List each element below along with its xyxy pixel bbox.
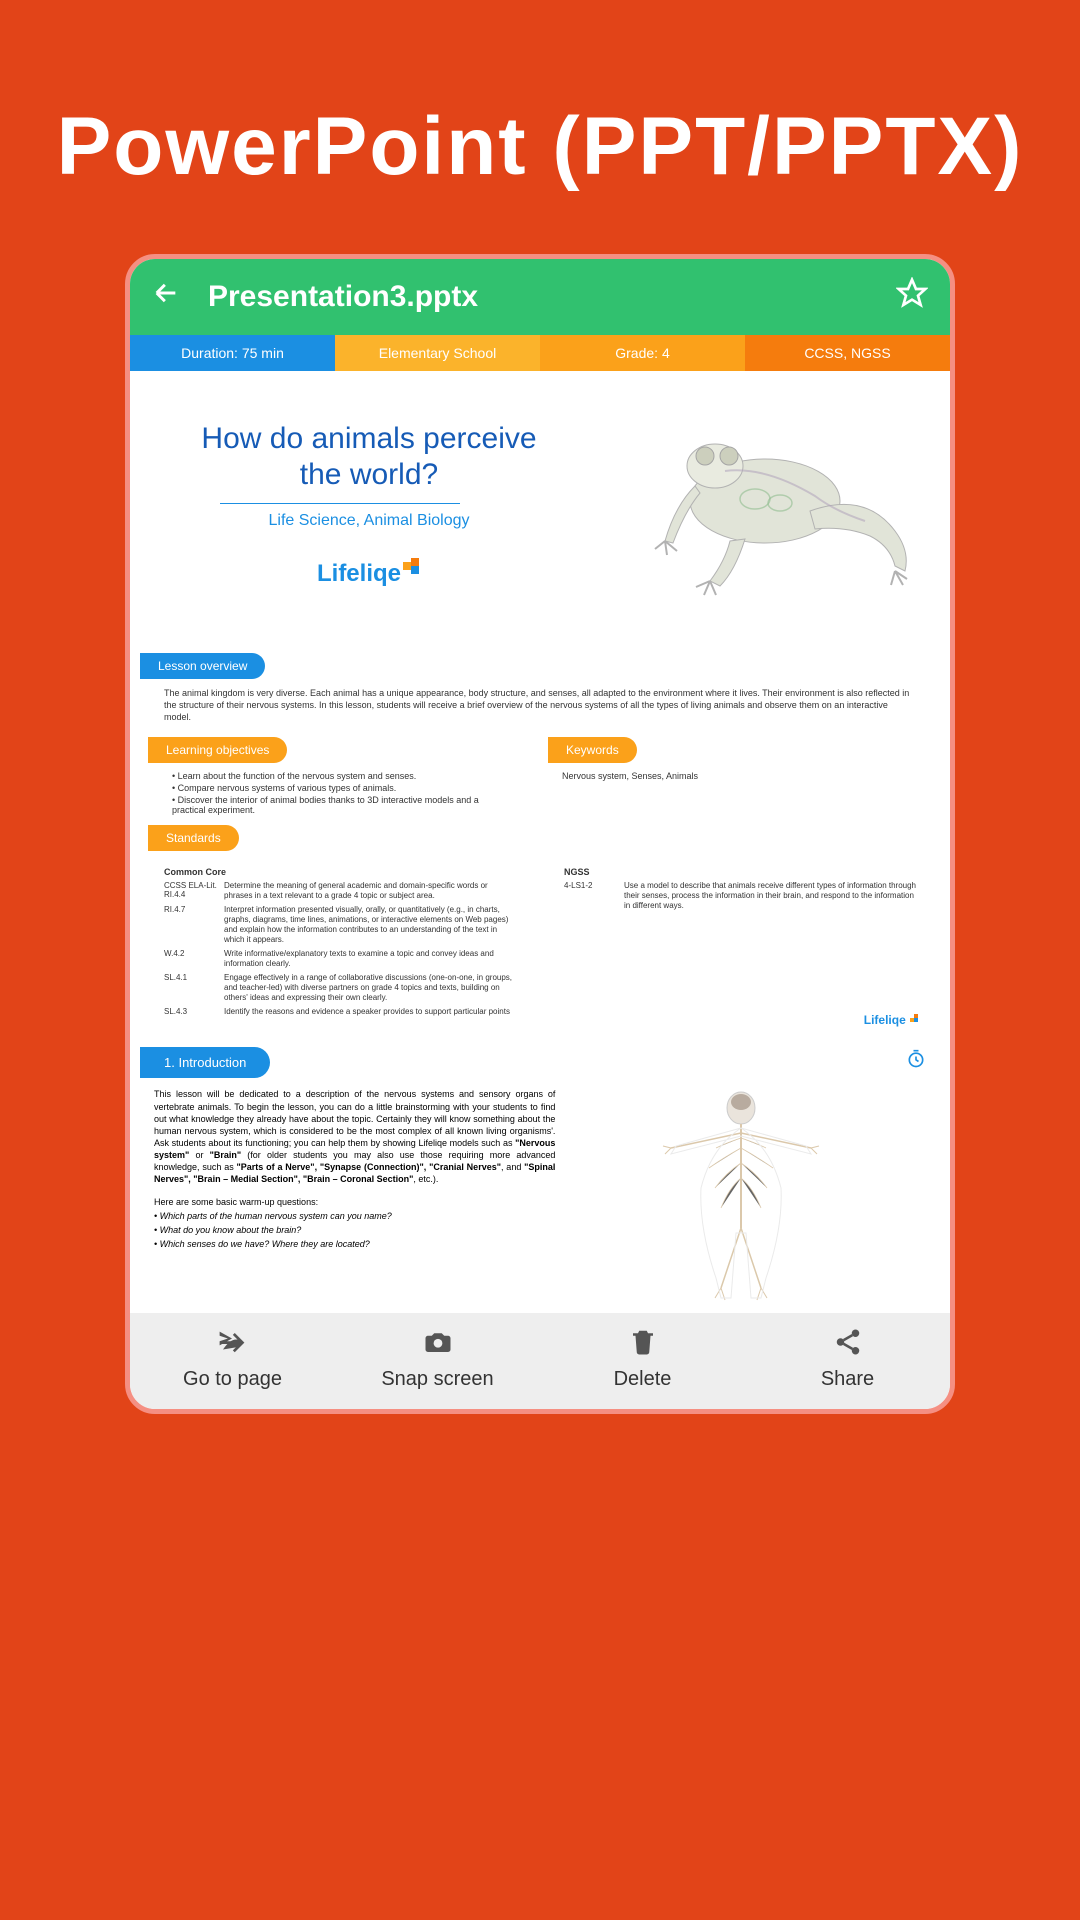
tag-grade: Grade: 4 — [540, 335, 745, 371]
intro-text: This lesson will be dedicated to a descr… — [154, 1088, 555, 1322]
std-row: W.4.2Write informative/explanatory texts… — [164, 949, 516, 969]
slide1-title: How do animals perceive the world? — [160, 421, 578, 493]
tag-row: Duration: 75 min Elementary School Grade… — [130, 335, 950, 371]
slide-2: Lesson overview The animal kingdom is ve… — [130, 641, 950, 1035]
bottom-bar: Go to page Snap screen Delete Share — [130, 1313, 950, 1409]
intro-pill: 1. Introduction — [140, 1047, 270, 1078]
objectives-pill: Learning objectives — [148, 737, 287, 763]
timer-icon — [906, 1049, 926, 1072]
snap-label: Snap screen — [381, 1368, 493, 1391]
standards-pill: Standards — [148, 825, 239, 851]
cc-header: Common Core — [164, 867, 516, 877]
nervous-system-illustration: Click to open in Lifeliqe — [555, 1088, 926, 1322]
share-icon — [833, 1327, 863, 1362]
warm-questions: • Which parts of the human nervous syste… — [154, 1210, 555, 1250]
slide-area[interactable]: How do animals perceive the world? Life … — [130, 371, 950, 1334]
std-row: 4-LS1-2Use a model to describe that anim… — [564, 881, 916, 911]
slide-3: 1. Introduction This lesson will be dedi… — [130, 1035, 950, 1334]
star-icon[interactable] — [896, 277, 928, 317]
back-arrow-icon[interactable] — [152, 279, 180, 315]
trash-icon — [628, 1327, 658, 1362]
share-button[interactable]: Share — [745, 1327, 950, 1391]
app-bar: Presentation3.pptx — [130, 259, 950, 335]
camera-icon — [423, 1327, 453, 1362]
tag-standards: CCSS, NGSS — [745, 335, 950, 371]
logo-cubes-icon — [403, 558, 421, 576]
std-row: RI.4.7Interpret information presented vi… — [164, 905, 516, 945]
title-divider — [220, 503, 460, 504]
keywords-pill: Keywords — [548, 737, 637, 763]
share-label: Share — [821, 1368, 874, 1391]
goto-icon — [218, 1327, 248, 1362]
tag-level: Elementary School — [335, 335, 540, 371]
logo: Lifeliqe — [160, 560, 578, 588]
delete-label: Delete — [614, 1368, 672, 1391]
device-frame: Presentation3.pptx Duration: 75 min Elem… — [125, 254, 955, 1414]
tag-duration: Duration: 75 min — [130, 335, 335, 371]
overview-text: The animal kingdom is very diverse. Each… — [140, 679, 940, 731]
warm-intro: Here are some basic warm-up questions: — [154, 1196, 555, 1208]
page-title: PowerPoint (PPT/PPTX) — [0, 0, 1080, 254]
ngss-header: NGSS — [564, 867, 916, 877]
goto-page-button[interactable]: Go to page — [130, 1327, 335, 1391]
frog-illustration — [630, 411, 940, 611]
std-row: SL.4.1Engage effectively in a range of c… — [164, 973, 516, 1003]
goto-label: Go to page — [183, 1368, 282, 1391]
std-row: CCSS ELA-Lit. RI.4.4Determine the meanin… — [164, 881, 516, 901]
logo-cubes-icon — [910, 1014, 920, 1024]
file-title: Presentation3.pptx — [208, 280, 896, 314]
delete-button[interactable]: Delete — [540, 1327, 745, 1391]
objectives-list: • Learn about the function of the nervou… — [148, 763, 532, 825]
overview-pill: Lesson overview — [140, 653, 265, 679]
std-row: SL.4.3Identify the reasons and evidence … — [164, 1007, 516, 1017]
snap-screen-button[interactable]: Snap screen — [335, 1327, 540, 1391]
slide-1: How do animals perceive the world? Life … — [130, 371, 950, 641]
keywords-text: Nervous system, Senses, Animals — [548, 763, 932, 781]
logo-small: Lifeliqe — [864, 1013, 920, 1027]
slide1-subtitle: Life Science, Animal Biology — [160, 512, 578, 530]
